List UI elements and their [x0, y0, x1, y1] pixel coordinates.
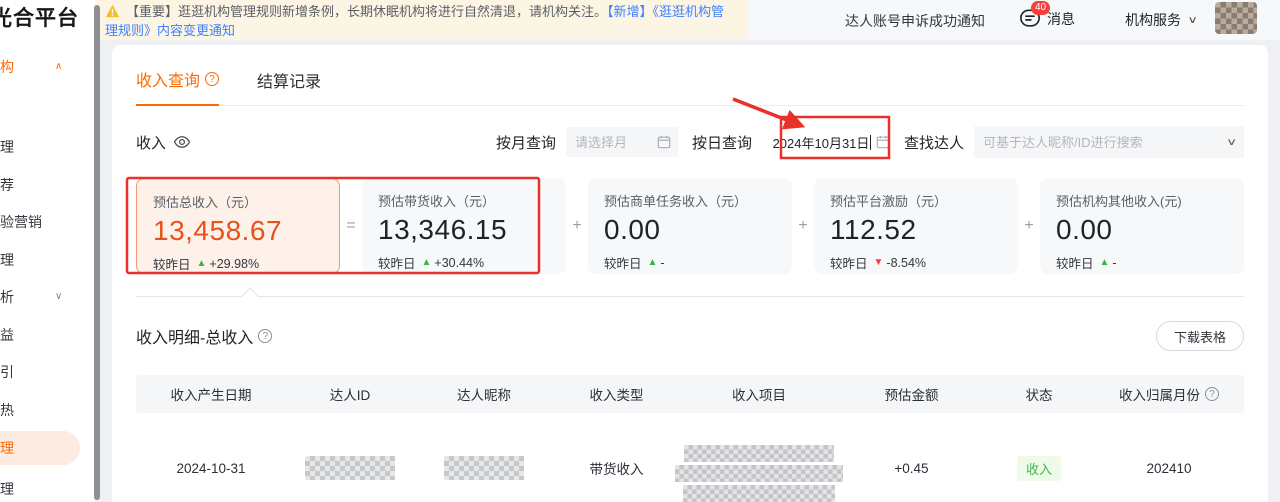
vertical-scrollbar[interactable]	[94, 5, 100, 500]
detail-title: 收入明细-总收入 ?	[136, 324, 272, 348]
card-task-income[interactable]: 预估商单任务收入（元） 0.00 较昨日-	[588, 178, 792, 274]
card-platform-incentive[interactable]: 预估平台激励（元） 112.52 较昨日-8.54%	[814, 178, 1018, 274]
section-divider	[136, 296, 1244, 297]
cell-amount: +0.45	[839, 413, 984, 502]
help-icon[interactable]: ?	[258, 329, 272, 343]
sidebar-item-7[interactable]: 引	[0, 362, 14, 382]
redacted-project-mosaic	[675, 445, 843, 502]
avatar[interactable]	[1215, 2, 1257, 34]
chevron-down-icon: ∨	[1188, 15, 1198, 26]
trend-down-icon	[874, 257, 884, 268]
agency-service-menu[interactable]: 机构服务 ∨	[1125, 10, 1196, 30]
cell-income-project	[679, 413, 839, 502]
help-icon[interactable]: ?	[1205, 387, 1219, 401]
sidebar: 构 ∧ 理 荐 验营销 理 析 ∨ 益 引 热 理 理	[0, 40, 95, 502]
text-cursor	[870, 135, 871, 150]
chevron-down-icon: ∨	[55, 287, 62, 307]
platform-logo: 光合平台	[0, 0, 79, 38]
cell-income-type: 带货收入	[554, 413, 679, 502]
cell-talent-id	[286, 413, 414, 502]
sidebar-item-3[interactable]: 验营销	[0, 212, 42, 232]
agency-service-label: 机构服务	[1125, 10, 1181, 30]
sidebar-item-group-open[interactable]: 构 ∧	[0, 57, 14, 77]
total-income-value: 13,458.67	[153, 215, 323, 247]
income-detail-table: 收入产生日期 达人ID 达人昵称 收入类型 收入项目 预估金额 状态 收入归属月…	[136, 375, 1244, 502]
download-table-button[interactable]: 下载表格	[1156, 321, 1244, 351]
sidebar-item-8[interactable]: 热	[0, 400, 14, 420]
income-cards: 预估总收入（元） 13,458.67 较昨日+29.98% = 预估带货收入（元…	[136, 178, 1244, 274]
detail-header: 收入明细-总收入 ? 下载表格	[136, 321, 1244, 351]
plus-operator: +	[566, 178, 588, 274]
plus-operator: +	[1018, 178, 1040, 274]
income-section-label: 收入	[136, 132, 166, 153]
tab-bar: 收入查询 ? 结算记录	[136, 45, 1244, 106]
cell-month: 202410	[1094, 413, 1244, 502]
top-bar: 光合平台 【重要】逛逛机构管理规则新增条例，长期休眠机构将进行自然清退，请机构关…	[0, 0, 1280, 40]
sidebar-item-1[interactable]: 理	[0, 137, 14, 157]
sidebar-item-label: 构	[0, 59, 14, 75]
table-header-row: 收入产生日期 达人ID 达人昵称 收入类型 收入项目 预估金额 状态 收入归属月…	[136, 375, 1244, 413]
logo-zone: 光合平台	[0, 0, 95, 40]
by-day-label: 按日查询	[692, 132, 752, 153]
other-income-value: 0.00	[1056, 214, 1228, 246]
chevron-up-icon: ∧	[55, 57, 62, 77]
sidebar-item-10[interactable]: 理	[0, 479, 14, 499]
equals-operator: =	[340, 178, 362, 274]
tab-settlement-record[interactable]: 结算记录	[257, 67, 321, 105]
trend-up-icon	[422, 257, 432, 268]
appeal-notice-text[interactable]: 达人账号申诉成功通知	[845, 11, 985, 31]
sidebar-item-active[interactable]: 理	[0, 431, 80, 465]
tab-income-query[interactable]: 收入查询 ?	[136, 67, 219, 106]
platform-incentive-value: 112.52	[830, 214, 1002, 246]
redacted-id-mosaic	[305, 456, 395, 480]
top-right-zone: 达人账号申诉成功通知 40 消息 机构服务 ∨	[747, 0, 1280, 40]
sidebar-item-2[interactable]: 荐	[0, 175, 14, 195]
help-icon[interactable]: ?	[205, 72, 219, 86]
sidebar-item-4[interactable]: 理	[0, 250, 14, 270]
find-talent-label: 查找达人	[904, 132, 964, 153]
messages-button[interactable]: 40 消息	[1019, 8, 1075, 29]
month-picker-input[interactable]	[566, 127, 678, 157]
trend-up-icon	[197, 258, 207, 269]
warning-icon	[105, 4, 120, 22]
cell-talent-nickname	[414, 413, 554, 502]
notice-text: 【重要】逛逛机构管理规则新增条例，长期休眠机构将进行自然清退，请机构关注。	[126, 4, 607, 19]
notice-bar: 【重要】逛逛机构管理规则新增条例，长期休眠机构将进行自然清退，请机构关注。【新增…	[95, 0, 747, 40]
trend-up-icon	[648, 257, 658, 268]
status-badge: 收入	[1017, 456, 1061, 481]
redacted-nickname-mosaic	[444, 456, 524, 480]
calendar-icon	[876, 135, 890, 149]
plus-operator: +	[792, 178, 814, 274]
by-month-label: 按月查询	[496, 132, 556, 153]
card-total-income[interactable]: 预估总收入（元） 13,458.67 较昨日+29.98%	[136, 178, 340, 274]
message-count-badge: 40	[1031, 1, 1050, 15]
eye-icon[interactable]	[173, 134, 191, 150]
cell-status: 收入	[984, 413, 1094, 502]
day-picker-input[interactable]: 2024年10月31日	[772, 127, 872, 157]
task-income-value: 0.00	[604, 214, 776, 246]
commerce-income-value: 13,346.15	[378, 214, 550, 246]
cell-date: 2024-10-31	[136, 413, 286, 502]
selected-card-notch	[242, 288, 259, 305]
card-other-income[interactable]: 预估机构其他收入(元) 0.00 较昨日-	[1040, 178, 1244, 274]
filter-row: 收入 按月查询 按日查询 2024年10月31日 查找达人 ∨	[136, 126, 1244, 158]
sidebar-item-group-closed[interactable]: 析 ∨	[0, 287, 14, 307]
talent-search-input[interactable]	[974, 126, 1244, 158]
talent-search: ∨	[974, 126, 1244, 158]
trend-up-icon	[1100, 257, 1110, 268]
message-bubble-icon: 40	[1019, 8, 1041, 29]
sidebar-item-6[interactable]: 益	[0, 325, 14, 345]
card-commerce-income[interactable]: 预估带货收入（元） 13,346.15 较昨日+30.44%	[362, 178, 566, 274]
message-label: 消息	[1047, 9, 1075, 29]
main-panel: 收入查询 ? 结算记录 收入 按月查询 按日查询 2024年10月31日 查找达…	[112, 45, 1268, 502]
month-picker	[566, 127, 678, 157]
table-row: 2024-10-31 带货收入 +0.45 收入 202410	[136, 413, 1244, 502]
